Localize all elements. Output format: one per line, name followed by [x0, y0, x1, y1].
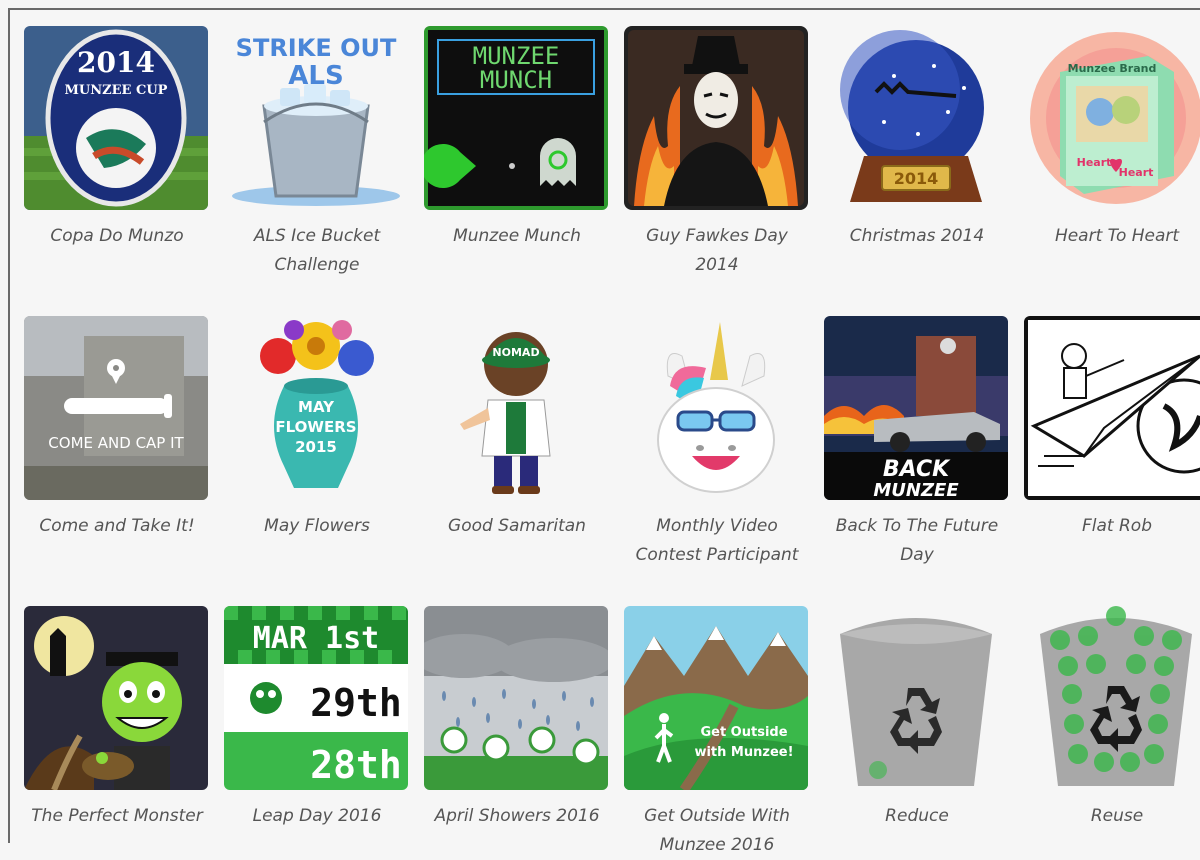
svg-text:2014: 2014 — [894, 169, 939, 188]
badge-item: Get Outside with Munzee! Get Outside Wit… — [622, 606, 822, 855]
svg-text:29th: 29th — [310, 681, 402, 725]
unicorn-badge-art — [624, 316, 808, 500]
arcade-munch-badge-art: MUNZEE MUNCH — [424, 26, 608, 210]
badge-item: Monthly Video Contest Participant — [622, 316, 822, 606]
leap-calendar-badge-art: MAR 1st 29th 28th — [224, 606, 408, 790]
badge-copa-do-munzo[interactable]: 2014 MUNZEE CUP — [24, 26, 208, 210]
badge-caption: Guy Fawkes Day 2014 — [646, 226, 788, 275]
badge-christmas-2014[interactable]: 2014 — [824, 26, 1008, 210]
badge-item: MAR 1st 29th 28th Leap Day 2016 — [222, 606, 422, 846]
badge-caption: Get Outside With Munzee 2016 — [644, 806, 790, 855]
paper-plane-badge-art — [1024, 316, 1200, 500]
svg-text:2014: 2014 — [77, 46, 155, 79]
badge-als-ice-bucket-challenge[interactable]: STRIKE OUT ALS — [224, 26, 408, 210]
badge-item: Guy Fawkes Day 2014 — [622, 26, 822, 316]
badge-item: 2014 MUNZEE CUP Copa Do Munzo — [22, 26, 222, 316]
badge-may-flowers[interactable]: MAY FLOWERS 2015 — [224, 316, 408, 500]
badge-caption: May Flowers — [264, 516, 370, 536]
badge-caption: April Showers 2016 — [434, 806, 600, 826]
badge-item: Reduce — [822, 606, 1022, 846]
badge-caption: Come and Take It! — [39, 516, 195, 536]
badge-item: Flat Rob — [1022, 316, 1200, 606]
badge-get-outside-with-munzee-2016[interactable]: Get Outside with Munzee! — [624, 606, 808, 790]
svg-text:FLOWERS: FLOWERS — [275, 418, 356, 436]
svg-text:MUNCH: MUNCH — [480, 66, 552, 94]
flower-vase-badge-art: MAY FLOWERS 2015 — [224, 316, 408, 500]
badge-item: Munzee Brand Heart Heart Heart To Heart — [1022, 26, 1200, 316]
badge-reuse[interactable] — [1024, 606, 1200, 790]
heart-box-badge-art: Munzee Brand Heart Heart — [1024, 26, 1200, 210]
badge-item: COME AND CAP IT Come and Take It! — [22, 316, 222, 606]
svg-text:COME AND CAP IT: COME AND CAP IT — [48, 434, 184, 452]
svg-text:MAR 1st: MAR 1st — [253, 621, 379, 656]
badge-flat-rob[interactable] — [1024, 316, 1200, 500]
svg-text:Get Outside: Get Outside — [700, 725, 787, 740]
badge-item: STRIKE OUT ALS ALS Ice Bucket Challenge — [222, 26, 422, 316]
badge-caption: ALS Ice Bucket Challenge — [253, 226, 381, 275]
snow-globe-badge-art: 2014 — [824, 26, 1008, 210]
badge-caption: Reduce — [885, 806, 949, 826]
badge-item: Reuse — [1022, 606, 1200, 846]
svg-text:NOMAD: NOMAD — [492, 346, 539, 359]
svg-text:STRIKE OUT: STRIKE OUT — [236, 34, 397, 62]
badge-caption: Heart To Heart — [1054, 226, 1180, 246]
badge-caption: Back To The Future Day — [835, 516, 999, 565]
badge-gallery-panel: 2014 MUNZEE CUP Copa Do Munzo STRIKE OUT… — [8, 8, 1200, 855]
badge-grid: 2014 MUNZEE CUP Copa Do Munzo STRIKE OUT… — [22, 26, 1200, 855]
badge-monthly-video-contest[interactable] — [624, 316, 808, 500]
badge-caption: Reuse — [1090, 806, 1144, 826]
delorean-badge-art: BACK MUNZEE — [824, 316, 1008, 500]
recycle-bin-green-badge-art — [1024, 606, 1200, 790]
guy-fawkes-badge-art — [624, 26, 808, 210]
badge-caption: Good Samaritan — [448, 516, 586, 536]
nomad-character-badge-art: NOMAD — [424, 316, 608, 500]
badge-caption: Christmas 2014 — [849, 226, 985, 246]
badge-caption: Munzee Munch — [453, 226, 581, 246]
svg-text:MUNZEE: MUNZEE — [873, 480, 959, 500]
badge-caption: Flat Rob — [1082, 516, 1152, 536]
badge-leap-day-2016[interactable]: MAR 1st 29th 28th — [224, 606, 408, 790]
cannon-badge-art: COME AND CAP IT — [24, 316, 208, 500]
soccer-cup-badge-art: 2014 MUNZEE CUP — [24, 26, 208, 210]
badge-the-perfect-monster[interactable] — [24, 606, 208, 790]
badge-item: BACK MUNZEE Back To The Future Day — [822, 316, 1022, 606]
svg-text:Munzee Brand: Munzee Brand — [1068, 62, 1157, 75]
monster-badge-art — [24, 606, 208, 790]
badge-item: April Showers 2016 — [422, 606, 622, 846]
badge-item: NOMAD Good Samaritan — [422, 316, 622, 606]
badge-caption: Copa Do Munzo — [50, 226, 184, 246]
badge-heart-to-heart[interactable]: Munzee Brand Heart Heart — [1024, 26, 1200, 210]
rain-clouds-badge-art — [424, 606, 608, 790]
svg-text:with Munzee!: with Munzee! — [694, 745, 793, 760]
svg-text:Heart: Heart — [1119, 166, 1154, 179]
badge-come-and-take-it[interactable]: COME AND CAP IT — [24, 316, 208, 500]
mountain-hiker-badge-art: Get Outside with Munzee! — [624, 606, 808, 790]
badge-item: MUNZEE MUNCH Munzee Munch — [422, 26, 622, 316]
badge-munzee-munch[interactable]: MUNZEE MUNCH — [424, 26, 608, 210]
badge-item: MAY FLOWERS 2015 May Flowers — [222, 316, 422, 606]
badge-item: The Perfect Monster — [22, 606, 222, 846]
svg-text:2015: 2015 — [295, 438, 337, 456]
badge-reduce[interactable] — [824, 606, 1008, 790]
badge-back-to-the-future-day[interactable]: BACK MUNZEE — [824, 316, 1008, 500]
badge-item: 2014 Christmas 2014 — [822, 26, 1022, 316]
badge-good-samaritan[interactable]: NOMAD — [424, 316, 608, 500]
svg-text:Heart: Heart — [1077, 156, 1112, 169]
svg-text:28th: 28th — [310, 743, 402, 787]
recycle-bin-badge-art — [824, 606, 1008, 790]
ice-bucket-badge-art: STRIKE OUT ALS — [224, 26, 408, 210]
badge-caption: The Perfect Monster — [31, 806, 203, 826]
badge-april-showers-2016[interactable] — [424, 606, 608, 790]
svg-text:MAY: MAY — [298, 398, 335, 416]
badge-caption: Leap Day 2016 — [252, 806, 382, 826]
badge-caption: Monthly Video Contest Participant — [635, 516, 799, 565]
svg-text:MUNZEE CUP: MUNZEE CUP — [65, 83, 168, 98]
svg-text:BACK: BACK — [883, 457, 951, 482]
badge-guy-fawkes-day-2014[interactable] — [624, 26, 808, 210]
